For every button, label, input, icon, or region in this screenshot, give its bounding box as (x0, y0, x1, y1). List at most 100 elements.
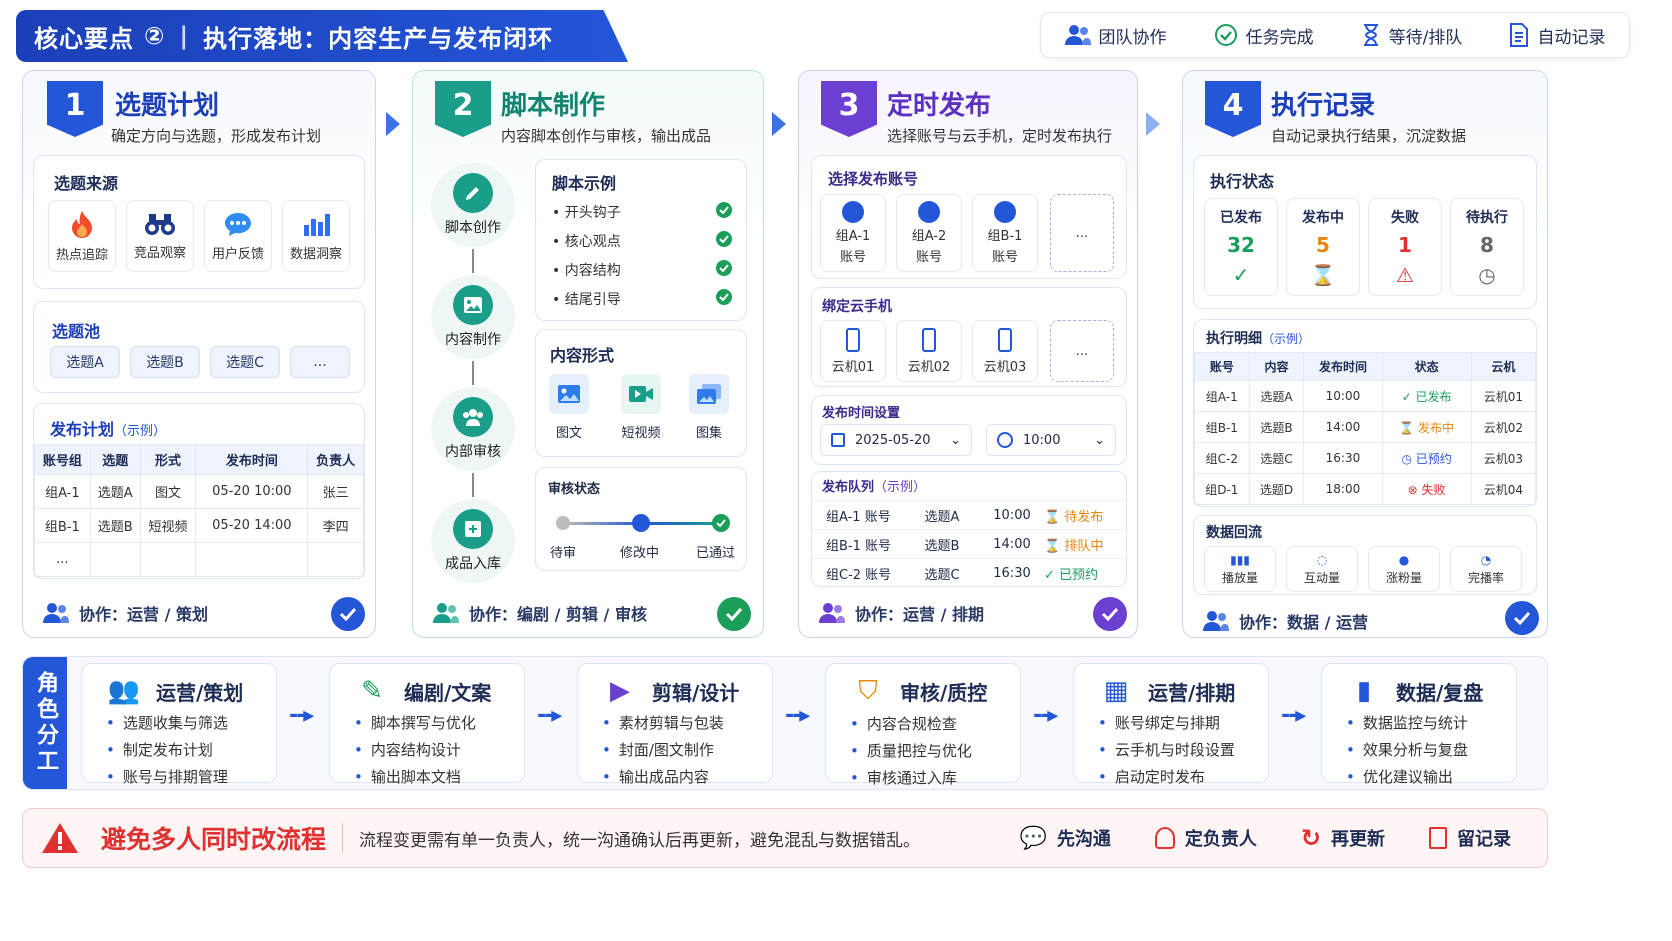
role-title: 数据/复盘 (1396, 680, 1484, 705)
cell: 16:30 (993, 565, 1031, 581)
source-data[interactable]: 数据洞察 (282, 200, 350, 272)
step-4-badge: 4 (1205, 81, 1261, 137)
status-tile[interactable]: 已发布 32 ✓ (1204, 198, 1278, 296)
metric-label: 互动量 (1303, 570, 1340, 585)
role-header: ▦ 运营/排期 (1098, 676, 1268, 706)
phone-03[interactable]: 云机03 (972, 320, 1038, 382)
metric-followers[interactable]: ● 涨粉量 (1368, 546, 1440, 592)
metric-plays[interactable]: ▮▮▮ 播放量 (1204, 546, 1276, 592)
team-icon (43, 603, 69, 623)
cell: 选题A (1248, 380, 1305, 412)
table-row[interactable]: 组A-1 选题A 10:00 ✓ 已发布 云机01 (1194, 380, 1537, 412)
phone-01[interactable]: 云机01 (820, 320, 886, 382)
warning-icon (42, 823, 78, 853)
check-icon (716, 202, 732, 218)
panel-title: 选择发布账号 (828, 170, 919, 188)
role-header: ▶ 剪辑/设计 (602, 676, 772, 706)
role-header: ✎ 编剧/文案 (354, 676, 524, 706)
legend-wait: 等待/排队 (1361, 23, 1462, 48)
topic-chip[interactable]: 选题B (130, 346, 200, 378)
pie-chart-icon: ◔ (1480, 552, 1492, 567)
cell: 组C-2 账号 (826, 567, 892, 583)
status-tile[interactable]: 失败 1 ⚠ (1368, 198, 1442, 296)
form-gallery[interactable]: 图集 (686, 374, 732, 444)
form-label: 短视频 (621, 426, 661, 441)
cell: 云机01 (1470, 380, 1537, 412)
warning-banner: 避免多人同时改流程 流程变更需有单一负责人，统一沟通确认后再更新，避免混乱与数据… (22, 808, 1548, 868)
legend-label: 自动记录 (1537, 27, 1606, 48)
status-tile[interactable]: 发布中 5 ⌛ (1286, 198, 1360, 296)
form-image[interactable]: 图文 (546, 374, 592, 444)
col-header: 内容 (1248, 352, 1305, 381)
team-icon (1064, 25, 1091, 45)
date-picker[interactable]: 2025-05-20 ⌄ (820, 424, 972, 456)
time-picker[interactable]: 10:00 ⌄ (986, 424, 1116, 456)
flow-connector (472, 361, 474, 385)
table-row[interactable]: 组C-2 选题C 16:30 ◷ 已预约 云机03 (1194, 442, 1537, 474)
step-4-check-icon (1505, 601, 1539, 635)
list-item: 选题收集与筛选 (106, 712, 276, 733)
flow-production[interactable]: 内容制作 (431, 275, 515, 359)
metric-completion[interactable]: ◔ 完播率 (1450, 546, 1522, 592)
flow-script[interactable]: 脚本创作 (431, 163, 515, 247)
queue-row[interactable]: 组C-2 账号 选题C 16:30 ✓ 已预约 (812, 558, 1128, 587)
panel-title: 内容形式 (550, 346, 615, 365)
phone-02[interactable]: 云机02 (896, 320, 962, 382)
cell (307, 542, 364, 577)
panel-title: 审核状态 (548, 482, 601, 497)
flow-arrow-icon (386, 112, 400, 136)
check-icon (712, 514, 730, 532)
team-icon (819, 603, 845, 623)
warning-actions: 💬 先沟通 定负责人 ↻ 再更新 留记录 (1019, 824, 1511, 852)
fire-icon (72, 210, 92, 238)
cell: 组B-1 (1194, 411, 1250, 443)
phone-more[interactable]: ... (1050, 320, 1114, 382)
dashed-arrow-icon: --▸ (537, 703, 562, 728)
account-a2[interactable]: 组A-2 账号 (896, 194, 962, 272)
table-row[interactable]: 组B-1 选题B 14:00 ⌛ 发布中 云机02 (1194, 411, 1537, 443)
status-badge: ✓ 已发布 (1381, 380, 1472, 412)
queue-row[interactable]: 组A-1 账号 选题A 10:00 ⌛ 待发布 (812, 500, 1128, 529)
source-hot[interactable]: 热点追踪 (48, 200, 116, 272)
topic-chip[interactable]: 选题C (210, 346, 280, 378)
source-competitor[interactable]: 竞品观察 (126, 200, 194, 272)
flow-arrow-icon (1146, 112, 1160, 136)
data-return-panel: 数据回流 ▮▮▮ 播放量 ◌ 互动量 ● 涨粉量 ◔ 完播率 (1193, 515, 1537, 595)
topic-chip-more[interactable]: ... (290, 346, 350, 378)
tile-label: 用户反馈 (211, 246, 264, 262)
topic-chip[interactable]: 选题A (50, 346, 120, 378)
table-row[interactable]: 组D-1 选题D 18:00 ⊗ 失败 云机04 (1194, 473, 1537, 505)
step-2-title: 脚本制作 (501, 91, 606, 121)
metric-interaction[interactable]: ◌ 互动量 (1286, 546, 1358, 592)
step-2-collab: 协作：编剧 / 剪辑 / 审核 (433, 601, 647, 625)
form-video[interactable]: 短视频 (616, 374, 666, 444)
cell: 05-20 10:00 (195, 474, 309, 509)
account-type: 账号 (991, 250, 1018, 265)
step-2-badge: 2 (435, 81, 491, 137)
queue-row[interactable]: 组B-1 账号 选题B 14:00 ⌛ 排队中 (812, 529, 1128, 558)
panel-title: 执行明细 (1206, 331, 1262, 347)
list-item: 账号与排期管理 (106, 766, 276, 787)
table-row[interactable]: ... (34, 542, 364, 577)
exec-status-panel: 执行状态 已发布 32 ✓ 发布中 5 ⌛ 失败 1 ⚠ 待执行 8 ◷ (1193, 155, 1537, 309)
account-b1[interactable]: 组B-1 账号 (972, 194, 1038, 272)
status-tile[interactable]: 待执行 8 ◷ (1450, 198, 1524, 296)
phone-icon (998, 327, 1012, 352)
panel-title: 发布队列 (822, 480, 875, 495)
step-3-title: 定时发布 (887, 91, 992, 121)
warning-icon: ⚠ (1396, 263, 1414, 287)
table-row[interactable]: 组B-1 选题B 短视频 05-20 14:00 李四 (34, 508, 364, 543)
flow-connector (472, 249, 474, 273)
queue-panel: 发布队列（示例） 组A-1 账号 选题A 10:00 ⌛ 待发布 组B-1 账号 选题B… (811, 471, 1128, 587)
cell: 16:30 (1303, 442, 1383, 474)
panel-title: 绑定云手机 (822, 299, 892, 315)
flow-archive[interactable]: 成品入库 (431, 499, 515, 583)
list-item: 输出成品内容 (602, 766, 772, 787)
cell: 云机02 (1470, 411, 1537, 443)
account-a1[interactable]: 组A-1 账号 (820, 194, 886, 272)
account-more[interactable]: ... (1050, 194, 1114, 272)
legend-record: 自动记录 (1509, 23, 1605, 48)
flow-review[interactable]: 内部审核 (431, 387, 515, 471)
table-row[interactable]: 组A-1 选题A 图文 05-20 10:00 张三 (34, 474, 364, 509)
source-feedback[interactable]: 用户反馈 (204, 200, 272, 272)
